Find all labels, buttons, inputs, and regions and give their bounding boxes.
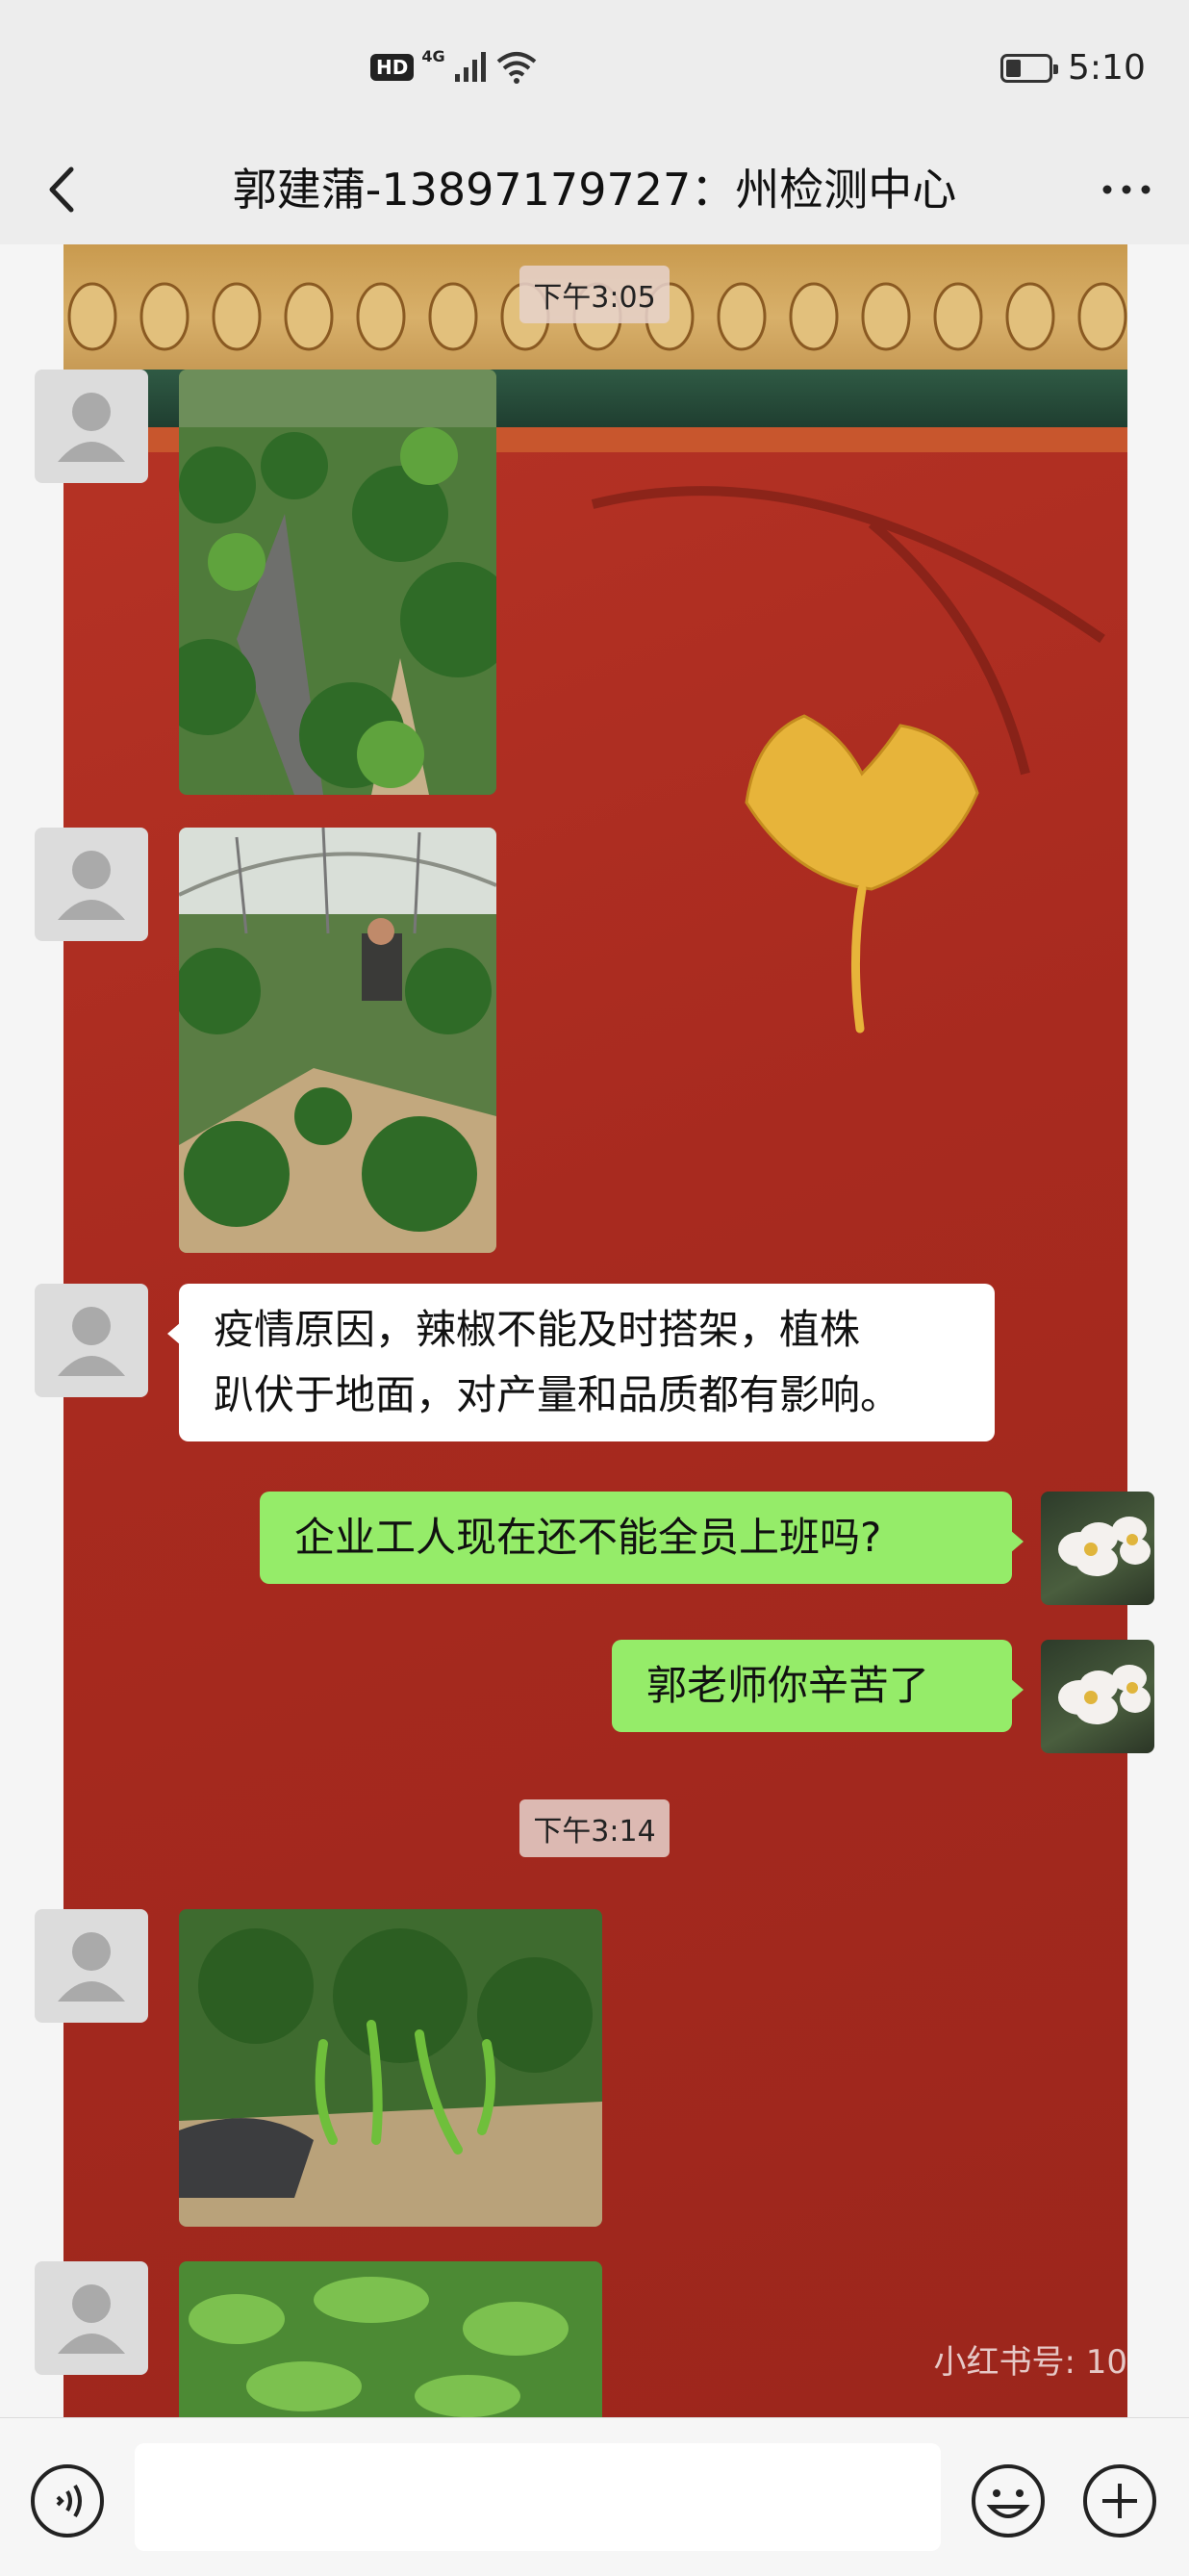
message-text: 郭老师你辛苦了 (646, 1662, 930, 1709)
drooping-pepper-image (179, 1909, 602, 2227)
battery-clock: 5:10 (1000, 48, 1146, 88)
contact-avatar[interactable] (35, 370, 148, 483)
network-type: 4G (421, 46, 445, 65)
battery-icon (1000, 53, 1058, 83)
chat-image-worker[interactable] (179, 828, 496, 1253)
my-avatar[interactable] (1041, 1640, 1154, 1753)
flower-avatar-image (1058, 1517, 1151, 1576)
plus-icon[interactable] (1081, 2462, 1158, 2539)
voice-icon[interactable] (29, 2462, 106, 2539)
contact-avatar[interactable] (35, 828, 148, 941)
default-avatar-icon (58, 1307, 125, 1376)
timestamp: 下午3:05 (0, 266, 1189, 323)
incoming-message[interactable]: 疫情原因，辣椒不能及时搭架，植株 趴伏于地面，对产量和品质都有影响。 (167, 1284, 995, 1441)
wifi-icon (496, 52, 536, 84)
contact-avatar[interactable] (35, 1284, 148, 1397)
chat-image-drooping-peppers[interactable] (179, 1909, 602, 2227)
message-input[interactable] (135, 2443, 941, 2551)
status-bar: HD 4G 5:10 (0, 0, 1189, 135)
my-avatar[interactable] (1041, 1492, 1154, 1605)
default-avatar-icon (58, 2284, 125, 2354)
chat-header: 郭建蒲-13897179727：州检测中心 (0, 135, 1189, 244)
chat-area[interactable]: 小红书号: 10 下午3:05 疫情原因，辣椒不能及时搭架，植株 趴伏于地面，对… (0, 244, 1189, 2417)
outgoing-message[interactable]: 郭老师你辛苦了 (612, 1640, 1024, 1732)
pepper-field-image (179, 370, 496, 795)
watermark: 小红书号: 10 (933, 2343, 1127, 2382)
hd-badge: HD (370, 54, 415, 81)
default-avatar-icon (58, 1932, 125, 2002)
contact-avatar[interactable] (35, 2261, 148, 2375)
flower-avatar-image (1058, 1665, 1151, 1724)
more-icon[interactable] (1093, 156, 1160, 223)
default-avatar-icon (58, 393, 125, 462)
default-avatar-icon (58, 851, 125, 920)
emoji-icon[interactable] (970, 2462, 1047, 2539)
message-text: 企业工人现在还不能全员上班吗? (294, 1514, 882, 1561)
contact-avatar[interactable] (35, 1909, 148, 2023)
chat-image-pepper-leaves[interactable] (179, 2261, 602, 2417)
status-icons: HD 4G (370, 46, 538, 89)
greenhouse-worker-image (179, 828, 496, 1253)
message-line: 疫情原因，辣椒不能及时搭架，植株 (214, 1306, 861, 1353)
chat-image-pepper-plants[interactable] (179, 370, 496, 795)
input-bar (0, 2417, 1189, 2576)
pepper-leaves-image (179, 2261, 602, 2417)
back-icon[interactable] (35, 156, 92, 223)
status-time: 5:10 (1068, 48, 1146, 88)
chat-title: 郭建蒲-13897179727：州检测中心 (232, 164, 957, 216)
signal-icon (454, 52, 486, 82)
message-line: 趴伏于地面，对产量和品质都有影响。 (214, 1371, 901, 1418)
timestamp: 下午3:14 (0, 1799, 1189, 1857)
ginkgo-leaf (745, 714, 979, 1033)
outgoing-message[interactable]: 企业工人现在还不能全员上班吗? (260, 1492, 1024, 1584)
